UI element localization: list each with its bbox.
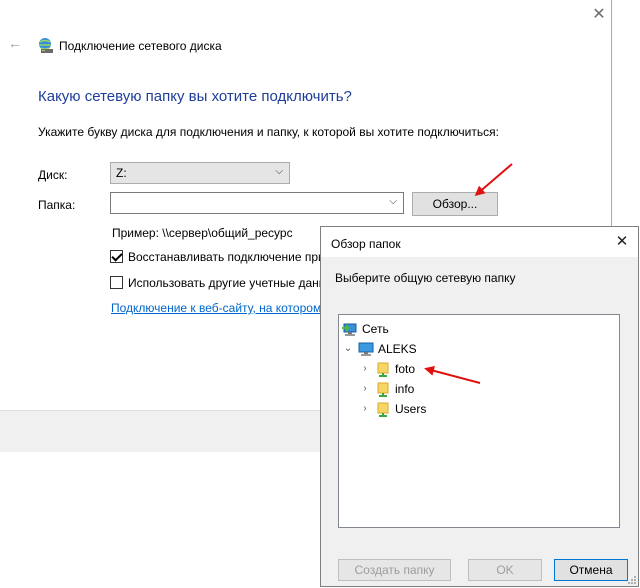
drive-letter-value: Z: [116, 166, 127, 180]
dialog-prompt: Выберите общую сетевую папку [335, 271, 516, 285]
tree-node-label: Users [395, 402, 427, 416]
chevron-right-icon[interactable]: › [359, 380, 371, 398]
page-heading: Какую сетевую папку вы хотите подключить… [38, 88, 352, 105]
instruction-text: Укажите букву диска для подключения и па… [38, 125, 499, 139]
computer-icon [358, 342, 374, 356]
close-icon[interactable]: ✕ [612, 232, 632, 252]
chevron-down-icon: ⌵ [275, 166, 283, 177]
folder-label: Папка: [38, 198, 76, 212]
chevron-right-icon[interactable]: › [359, 360, 371, 378]
browse-button[interactable]: Обзор... [412, 192, 498, 216]
tree-node-label: foto [395, 362, 416, 376]
new-folder-button[interactable]: Создать папку [338, 559, 451, 581]
network-drive-icon [39, 38, 53, 53]
dialog-title: Обзор папок [331, 237, 401, 251]
chevron-down-icon[interactable]: ⌄ [342, 340, 354, 358]
shared-folder-icon [377, 402, 389, 417]
connect-website-link[interactable]: Подключение к веб-сайту, на котором [111, 301, 321, 315]
tree-node-label: info [395, 382, 415, 396]
drive-label: Диск: [38, 168, 68, 182]
network-icon [342, 323, 357, 336]
dialog-titlebar: Обзор папок ✕ [321, 227, 638, 257]
shared-folder-icon [377, 382, 389, 397]
browse-folders-dialog: Обзор папок ✕ Выберите общую сетевую пап… [320, 226, 639, 587]
shared-folder-icon [377, 362, 389, 377]
chevron-down-icon[interactable]: ⌵ [389, 196, 397, 207]
path-example-text: Пример: \\сервер\общий_ресурс [112, 226, 293, 240]
resize-grip-icon[interactable] [627, 575, 637, 585]
other-credentials-label[interactable]: Использовать другие учетные данн [128, 276, 325, 290]
tree-node-label: Сеть [362, 322, 389, 336]
close-icon[interactable]: ✕ [588, 4, 610, 26]
cancel-button[interactable]: Отмена [554, 559, 628, 581]
tree-node-label: ALEKS [378, 342, 417, 356]
back-arrow-icon[interactable]: ← [8, 36, 22, 50]
window-title: Подключение сетевого диска [59, 39, 222, 53]
reconnect-checkbox[interactable] [110, 250, 123, 263]
folder-tree[interactable]: Сеть ⌄ ALEKS › foto › info › Users [338, 314, 620, 528]
reconnect-label[interactable]: Восстанавливать подключение при [128, 250, 325, 264]
other-credentials-checkbox[interactable] [110, 276, 123, 289]
chevron-right-icon[interactable]: › [359, 400, 371, 418]
drive-letter-select[interactable]: Z: ⌵ [110, 162, 290, 184]
folder-path-input[interactable]: ⌵ [110, 192, 404, 214]
ok-button[interactable]: OK [468, 559, 542, 581]
